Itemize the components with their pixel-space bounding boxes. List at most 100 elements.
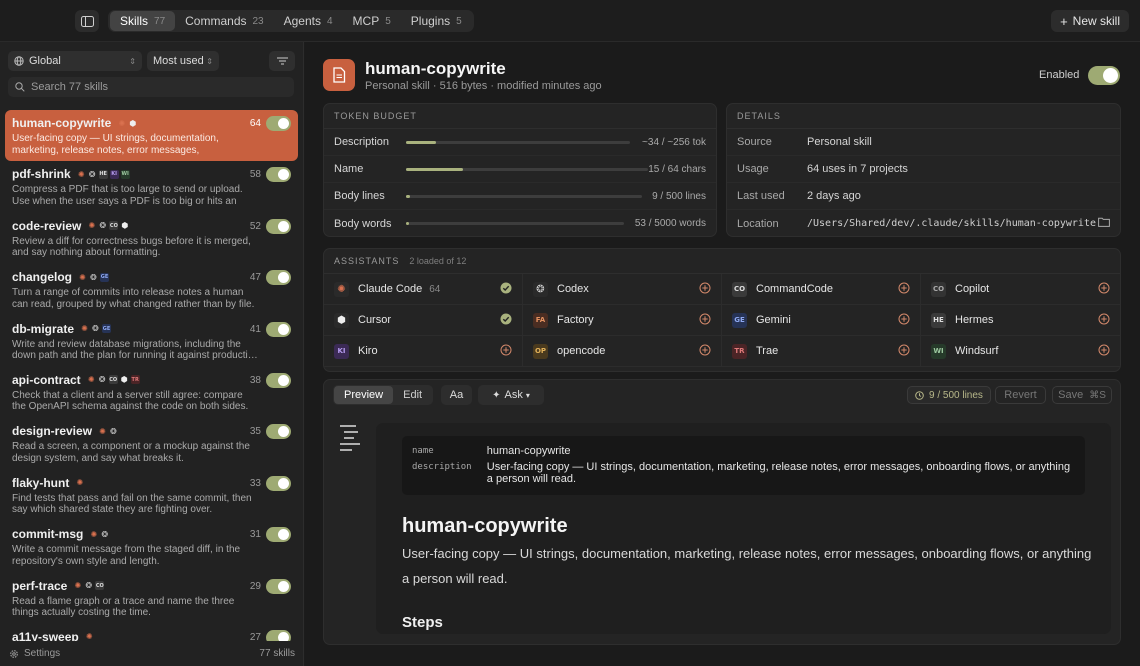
folder-icon[interactable] (1098, 217, 1110, 230)
assistant-trae[interactable]: TR Trae (722, 336, 921, 367)
add-circle-icon[interactable] (1098, 282, 1110, 297)
add-circle-icon[interactable] (898, 313, 910, 328)
assistant-claude[interactable]: ✺ Claude Code 64 (324, 274, 523, 305)
skill-list-item[interactable]: a11y-sweep ✺ 27 (5, 624, 298, 641)
enabled-toggle[interactable] (1088, 66, 1120, 85)
skill-name: flaky-hunt (12, 475, 70, 490)
skills-count: 77 skills (259, 648, 295, 659)
tab-label: Commands (185, 14, 247, 28)
tab-label: Plugins (410, 14, 451, 28)
scope-select[interactable]: Global ⇕ (8, 51, 142, 71)
skill-list-item[interactable]: changelog ✺ ❂ GE Turn a range of commits int… (5, 264, 298, 315)
details-panel: DETAILS Source Personal skill Usage 64 uses… (726, 103, 1121, 237)
search-icon (15, 82, 25, 92)
assistant-name: Copilot (955, 283, 990, 295)
skill-list-item[interactable]: db-migrate ✺ ❂ GE Write and review database … (5, 316, 298, 367)
cursor-icon: ⬢ (120, 375, 128, 385)
skill-enabled-toggle[interactable] (266, 116, 291, 131)
skill-assistant-icons: ✺ ⬢ (117, 119, 137, 128)
tab-plugins[interactable]: Plugins 5 (401, 11, 472, 31)
ask-button[interactable]: ✦ Ask ▾ (478, 385, 544, 405)
skill-enabled-toggle[interactable] (266, 270, 291, 286)
details-label: Usage (737, 163, 769, 175)
tab-agents[interactable]: Agents 4 (274, 11, 343, 31)
skill-enabled-toggle[interactable] (266, 321, 291, 337)
skill-list-item[interactable]: commit-msg ✺ ❂ Write a commit message from … (5, 521, 298, 572)
tab-commands[interactable]: Commands 23 (175, 11, 273, 31)
skill-list-item[interactable]: design-review ✺ ❂ Read a screen, a componen… (5, 418, 298, 469)
assistant-hermes[interactable]: HE Hermes (921, 305, 1120, 336)
search-input[interactable]: Search 77 skills (8, 77, 294, 97)
skill-enabled-toggle[interactable] (266, 629, 291, 641)
new-skill-button[interactable]: + New skill (1051, 10, 1129, 32)
commandcode-logo-icon: CO (732, 281, 747, 297)
budget-bar (406, 194, 642, 198)
steps-heading: Steps (402, 614, 443, 631)
add-circle-icon[interactable] (699, 313, 711, 328)
assistant-factory[interactable]: FA Factory (523, 305, 722, 336)
filter-button[interactable] (269, 51, 295, 71)
skill-list-item[interactable]: pdf-shrink ✺ ❂ HE KI WI Compress a PDF that is… (5, 161, 298, 212)
add-circle-icon[interactable] (699, 282, 711, 297)
budget-value: 9 / 500 lines (652, 190, 706, 202)
skill-list-item[interactable]: perf-trace ✺ ❂ CO Read a flame graph or a tr… (5, 573, 298, 624)
claude-icon: ✺ (85, 632, 93, 641)
revert-button[interactable]: Revert (995, 386, 1046, 404)
skill-enabled-toggle[interactable] (266, 578, 291, 594)
skill-usage-count: 27 (249, 631, 261, 641)
skill-list-item[interactable]: api-contract ✺ ❂ CO ⬢ TR Check that a client a… (5, 367, 298, 418)
skill-enabled-toggle[interactable] (266, 167, 291, 183)
add-circle-icon[interactable] (1098, 344, 1110, 359)
skill-list-item[interactable]: code-review ✺ ❂ CO ⬢ Review a diff for correc… (5, 213, 298, 264)
add-circle-icon[interactable] (500, 344, 512, 359)
add-circle-icon[interactable] (699, 344, 711, 359)
skill-name: human-copywrite (12, 116, 112, 130)
sort-select[interactable]: Most used ⇕ (147, 51, 219, 71)
assistant-name: Factory (557, 314, 594, 326)
skill-enabled-toggle[interactable] (266, 527, 291, 543)
frontmatter-block: name human-copywrite description User-facin… (402, 436, 1085, 495)
add-circle-icon[interactable] (1098, 313, 1110, 328)
check-circle-icon[interactable] (500, 282, 512, 297)
assistant-name: Kiro (358, 345, 378, 357)
assistant-cursor[interactable]: ⬢ Cursor (324, 305, 523, 336)
commandcode-icon: CO (109, 221, 119, 231)
assistant-windsurf[interactable]: WI Windsurf (921, 336, 1120, 367)
claude-icon: ✺ (77, 169, 85, 179)
assistant-codex[interactable]: ❂ Codex (523, 274, 722, 305)
assistant-commandcode[interactable]: CO CommandCode (722, 274, 921, 305)
save-button[interactable]: Save ⌘S (1052, 386, 1112, 404)
skill-enabled-toggle[interactable] (266, 372, 291, 388)
skill-list-item[interactable]: human-copywrite ✺ ⬢ User-facing copy — UI s… (5, 110, 298, 162)
claude-icon: ✺ (74, 581, 82, 591)
settings-link[interactable]: Settings (24, 648, 60, 659)
skill-assistant-icons: ✺ (75, 478, 84, 487)
details-row: Location/Users/Shared/dev/.claude/skills… (727, 210, 1120, 236)
add-circle-icon[interactable] (898, 344, 910, 359)
assistant-copilot[interactable]: CO Copilot (921, 274, 1120, 305)
toggle-sidebar-button[interactable] (75, 10, 99, 32)
assistant-kiro[interactable]: KI Kiro (324, 336, 523, 367)
tab-count: 4 (326, 15, 333, 27)
skill-enabled-toggle[interactable] (266, 424, 291, 440)
skill-enabled-toggle[interactable] (266, 218, 291, 234)
tab-skills[interactable]: Skills 77 (110, 11, 176, 31)
scope-value: Global (29, 55, 61, 67)
budget-row: Name 15 / 64 chars (324, 156, 716, 183)
skill-list-item[interactable]: flaky-hunt ✺ Find tests that pass and fail… (5, 470, 298, 521)
add-circle-icon[interactable] (898, 282, 910, 297)
assistants-loaded-count: 2 loaded of 12 (409, 256, 467, 266)
edit-tab[interactable]: Edit (393, 386, 432, 404)
editor-panel: Preview Edit Aa ✦ Ask ▾ 9 / 500 lines Re… (323, 379, 1121, 645)
assistant-opencode[interactable]: OP opencode (523, 336, 722, 367)
skill-enabled-toggle[interactable] (266, 475, 291, 491)
outline-icon[interactable] (340, 425, 362, 454)
skill-usage-count: 29 (249, 580, 261, 592)
assistant-gemini[interactable]: GE Gemini (722, 305, 921, 336)
tab-mcp[interactable]: MCP 5 (343, 11, 401, 31)
preview-tab[interactable]: Preview (334, 386, 394, 404)
font-button[interactable]: Aa (441, 385, 472, 405)
budget-row: Body words 53 / 5000 words (324, 210, 716, 236)
check-circle-icon[interactable] (500, 313, 512, 328)
details-value: /Users/Shared/dev/.claude/skills/human-c… (807, 218, 1096, 229)
